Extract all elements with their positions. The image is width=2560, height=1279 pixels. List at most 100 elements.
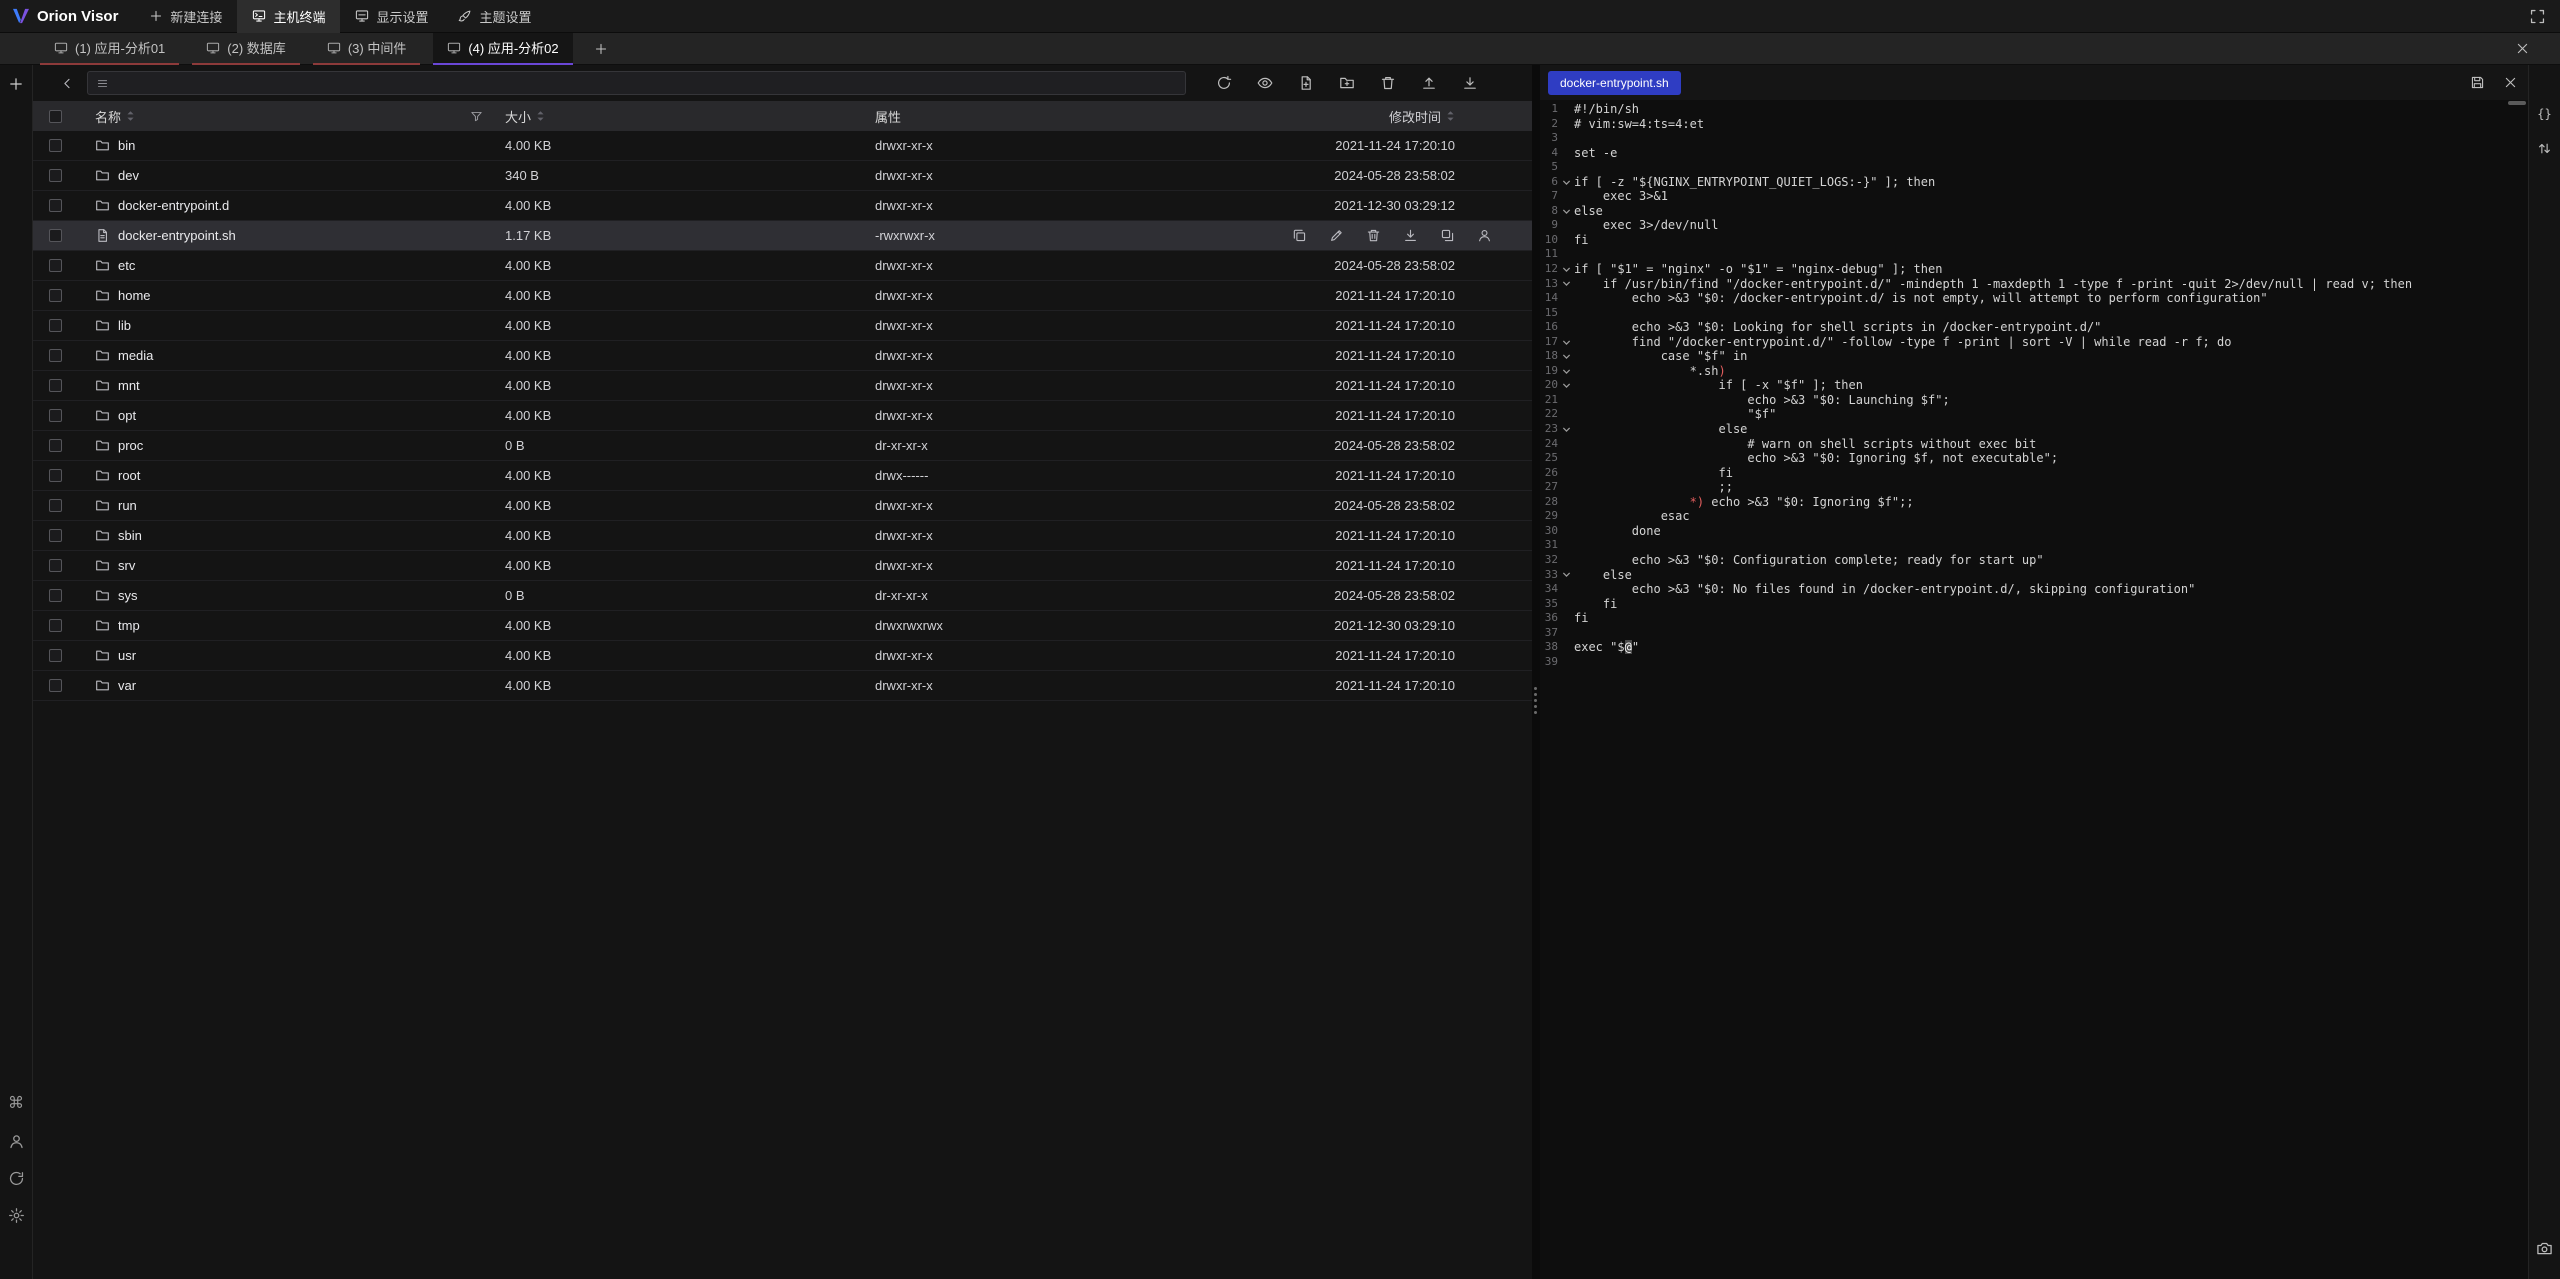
- row-checkbox[interactable]: [49, 169, 62, 182]
- row-checkbox[interactable]: [49, 199, 62, 212]
- row-name[interactable]: bin: [77, 138, 497, 153]
- editor-scrollbar[interactable]: [2508, 101, 2526, 105]
- edit-icon[interactable]: [1329, 228, 1344, 243]
- fold-chevron-icon[interactable]: [1562, 381, 1571, 390]
- add-tab-button[interactable]: [586, 33, 616, 65]
- table-row[interactable]: srv4.00 KBdrwxr-xr-x2021-11-24 17:20:10: [33, 551, 1532, 581]
- row-checkbox[interactable]: [49, 139, 62, 152]
- row-name[interactable]: opt: [77, 408, 497, 423]
- row-checkbox[interactable]: [49, 259, 62, 272]
- format-braces-icon[interactable]: {}: [2537, 107, 2551, 121]
- new-folder-icon[interactable]: [1339, 75, 1355, 91]
- row-checkbox[interactable]: [49, 319, 62, 332]
- row-checkbox[interactable]: [49, 679, 62, 692]
- table-row[interactable]: etc4.00 KBdrwxr-xr-x2024-05-28 23:58:02: [33, 251, 1532, 281]
- table-row[interactable]: mnt4.00 KBdrwxr-xr-x2021-11-24 17:20:10: [33, 371, 1532, 401]
- row-checkbox[interactable]: [49, 409, 62, 422]
- screenshot-camera-icon[interactable]: [2536, 1240, 2553, 1257]
- fold-chevron-icon[interactable]: [1562, 425, 1571, 434]
- row-name[interactable]: home: [77, 288, 497, 303]
- row-name[interactable]: sys: [77, 588, 497, 603]
- path-input[interactable]: [87, 71, 1186, 95]
- row-name[interactable]: docker-entrypoint.sh: [77, 228, 497, 243]
- fold-chevron-icon[interactable]: [1562, 207, 1571, 216]
- back-button[interactable]: [57, 72, 79, 94]
- row-name[interactable]: sbin: [77, 528, 497, 543]
- refresh-icon[interactable]: [1216, 75, 1232, 91]
- row-name[interactable]: dev: [77, 168, 497, 183]
- sort-lines-icon[interactable]: [2537, 141, 2552, 156]
- table-row[interactable]: sys0 Bdr-xr-xr-x2024-05-28 23:58:02: [33, 581, 1532, 611]
- sort-by-name[interactable]: 名称: [95, 107, 135, 126]
- sort-by-size[interactable]: 大小: [505, 107, 545, 126]
- row-checkbox[interactable]: [49, 559, 62, 572]
- table-row[interactable]: sbin4.00 KBdrwxr-xr-x2021-11-24 17:20:10: [33, 521, 1532, 551]
- row-name[interactable]: docker-entrypoint.d: [77, 198, 497, 213]
- fullscreen-icon[interactable]: [2529, 8, 2546, 25]
- close-editor-icon[interactable]: [2503, 75, 2518, 90]
- fold-chevron-icon[interactable]: [1562, 265, 1571, 274]
- new-sftp-button[interactable]: [0, 72, 32, 96]
- menu-display-settings[interactable]: 显示设置: [340, 0, 443, 33]
- duplicate-icon[interactable]: [1440, 228, 1455, 243]
- show-hidden-eye-icon[interactable]: [1257, 75, 1273, 91]
- save-icon[interactable]: [2470, 75, 2485, 90]
- row-checkbox[interactable]: [49, 439, 62, 452]
- row-name[interactable]: proc: [77, 438, 497, 453]
- row-name[interactable]: mnt: [77, 378, 497, 393]
- row-checkbox[interactable]: [49, 379, 62, 392]
- row-name[interactable]: tmp: [77, 618, 497, 633]
- fold-chevron-icon[interactable]: [1562, 367, 1571, 376]
- menu-new-connection[interactable]: 新建连接: [134, 0, 237, 33]
- row-name[interactable]: root: [77, 468, 497, 483]
- table-row[interactable]: docker-entrypoint.sh1.17 KB-rwxrwxr-x: [33, 221, 1532, 251]
- row-name[interactable]: var: [77, 678, 497, 693]
- row-name[interactable]: run: [77, 498, 497, 513]
- row-name[interactable]: lib: [77, 318, 497, 333]
- permission-icon[interactable]: [1477, 228, 1492, 243]
- row-name[interactable]: srv: [77, 558, 497, 573]
- row-name[interactable]: etc: [77, 258, 497, 273]
- sync-icon[interactable]: [7, 1169, 25, 1187]
- table-row[interactable]: usr4.00 KBdrwxr-xr-x2021-11-24 17:20:10: [33, 641, 1532, 671]
- user-icon[interactable]: [7, 1132, 25, 1150]
- tab-middleware[interactable]: (3) 中间件: [313, 33, 421, 65]
- table-row[interactable]: home4.00 KBdrwxr-xr-x2021-11-24 17:20:10: [33, 281, 1532, 311]
- table-row[interactable]: docker-entrypoint.d4.00 KBdrwxr-xr-x2021…: [33, 191, 1532, 221]
- trash-icon[interactable]: [1380, 75, 1396, 91]
- editor-file-tab[interactable]: docker-entrypoint.sh: [1548, 71, 1681, 95]
- row-checkbox[interactable]: [49, 349, 62, 362]
- command-snippets-icon[interactable]: ⌘: [7, 1095, 25, 1113]
- fold-chevron-icon[interactable]: [1562, 352, 1571, 361]
- row-checkbox[interactable]: [49, 499, 62, 512]
- panel-splitter[interactable]: [1532, 65, 1540, 1279]
- fold-chevron-icon[interactable]: [1562, 338, 1571, 347]
- table-row[interactable]: run4.00 KBdrwxr-xr-x2024-05-28 23:58:02: [33, 491, 1532, 521]
- table-row[interactable]: root4.00 KBdrwx------2021-11-24 17:20:10: [33, 461, 1532, 491]
- fold-chevron-icon[interactable]: [1562, 279, 1571, 288]
- row-name[interactable]: usr: [77, 648, 497, 663]
- row-name[interactable]: media: [77, 348, 497, 363]
- download-icon[interactable]: [1462, 75, 1478, 91]
- select-all-checkbox[interactable]: [49, 110, 62, 123]
- table-row[interactable]: var4.00 KBdrwxr-xr-x2021-11-24 17:20:10: [33, 671, 1532, 701]
- menu-host-terminal[interactable]: 主机终端: [237, 0, 340, 33]
- row-checkbox[interactable]: [49, 589, 62, 602]
- new-file-icon[interactable]: [1298, 75, 1314, 91]
- close-panel-icon[interactable]: [2515, 41, 2530, 56]
- upload-icon[interactable]: [1421, 75, 1437, 91]
- fold-chevron-icon[interactable]: [1562, 570, 1571, 579]
- download-icon[interactable]: [1403, 228, 1418, 243]
- table-row[interactable]: dev340 Bdrwxr-xr-x2024-05-28 23:58:02: [33, 161, 1532, 191]
- row-checkbox[interactable]: [49, 469, 62, 482]
- table-row[interactable]: bin4.00 KBdrwxr-xr-x2021-11-24 17:20:10: [33, 131, 1532, 161]
- table-row[interactable]: media4.00 KBdrwxr-xr-x2021-11-24 17:20:1…: [33, 341, 1532, 371]
- tab-app-analysis-02[interactable]: (4) 应用-分析02: [433, 33, 572, 65]
- menu-theme-settings[interactable]: 主题设置: [443, 0, 546, 33]
- row-checkbox[interactable]: [49, 229, 62, 242]
- table-row[interactable]: lib4.00 KBdrwxr-xr-x2021-11-24 17:20:10: [33, 311, 1532, 341]
- table-row[interactable]: proc0 Bdr-xr-xr-x2024-05-28 23:58:02: [33, 431, 1532, 461]
- row-checkbox[interactable]: [49, 529, 62, 542]
- fold-chevron-icon[interactable]: [1562, 178, 1571, 187]
- table-row[interactable]: tmp4.00 KBdrwxrwxrwx2021-12-30 03:29:10: [33, 611, 1532, 641]
